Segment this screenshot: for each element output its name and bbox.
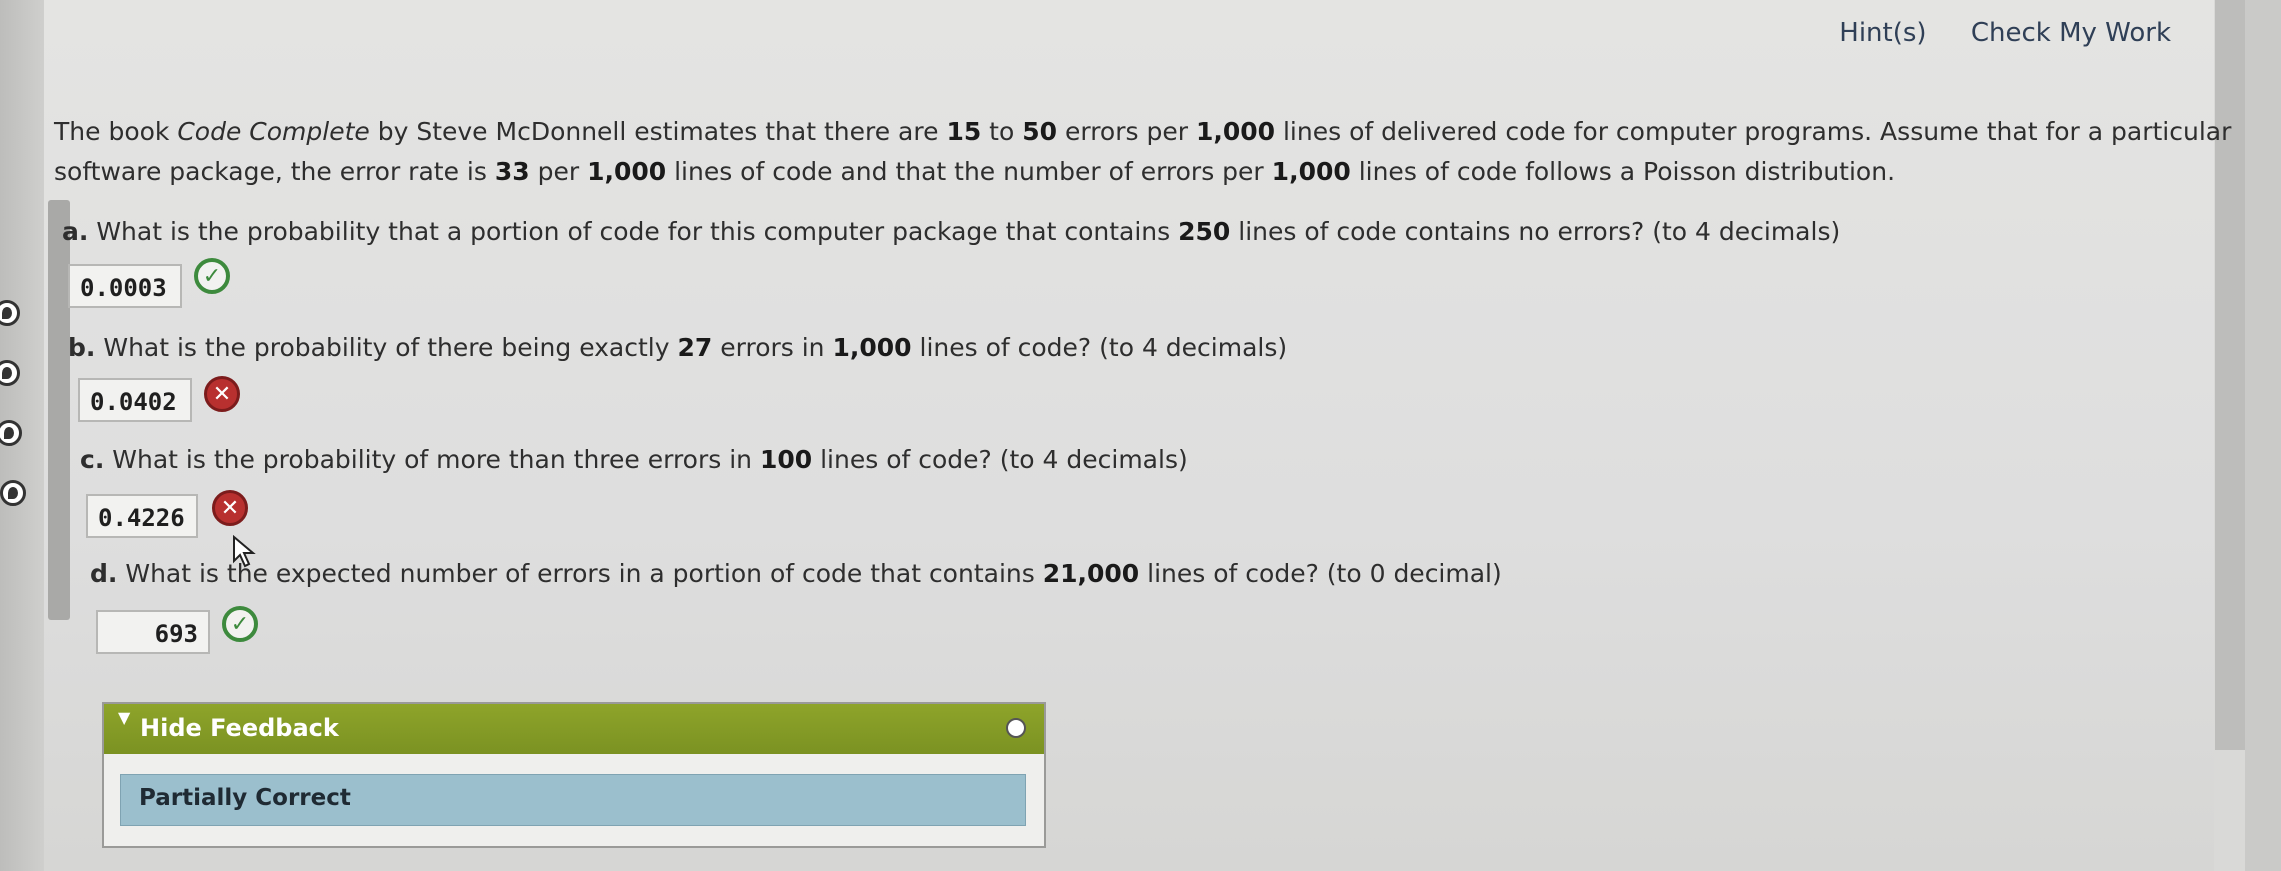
left-rail xyxy=(0,0,44,871)
status-dot-icon xyxy=(0,420,22,446)
answer-input-d[interactable]: 693 xyxy=(96,610,210,654)
correct-check-icon: ✓ xyxy=(222,606,258,642)
book-title: Code Complete xyxy=(177,117,370,146)
panel-scroll-thumb[interactable] xyxy=(48,200,70,620)
feedback-panel: ▼ Hide Feedback Partially Correct xyxy=(102,702,1046,848)
feedback-result-text: Partially Correct xyxy=(139,785,351,811)
answer-input-a[interactable]: 0.0003 xyxy=(68,264,182,308)
status-dot-icon xyxy=(0,300,20,326)
correct-check-icon: ✓ xyxy=(194,258,230,294)
window-edge xyxy=(2245,0,2281,871)
feedback-header[interactable]: ▼ Hide Feedback xyxy=(104,704,1044,754)
hints-link[interactable]: Hint(s) xyxy=(1839,18,1926,48)
status-dot-icon xyxy=(0,360,20,386)
status-dot-icon xyxy=(0,480,26,506)
question-c: c. What is the probability of more than … xyxy=(80,445,1188,474)
check-my-work-link[interactable]: Check My Work xyxy=(1971,18,2171,48)
feedback-status-icon xyxy=(1006,718,1026,738)
answer-input-c[interactable]: 0.4226 xyxy=(86,494,198,538)
header-links: Hint(s) Check My Work xyxy=(1803,18,2171,48)
incorrect-x-icon: ✕ xyxy=(212,490,248,526)
answer-input-b[interactable]: 0.0402 xyxy=(78,378,192,422)
question-b: b. What is the probability of there bein… xyxy=(68,333,1288,362)
incorrect-x-icon: ✕ xyxy=(204,376,240,412)
question-a: a. What is the probability that a portio… xyxy=(62,217,1841,246)
question-d: d. What is the expected number of errors… xyxy=(90,559,1502,588)
problem-line-1: The book Code Complete by Steve McDonnel… xyxy=(54,117,2232,146)
feedback-result-box: Partially Correct xyxy=(120,774,1026,826)
collapse-triangle-icon[interactable]: ▼ xyxy=(118,708,130,727)
problem-line-2: software package, the error rate is 33 p… xyxy=(54,157,1896,186)
hide-feedback-toggle[interactable]: Hide Feedback xyxy=(140,714,339,742)
mouse-cursor-icon xyxy=(233,535,256,568)
